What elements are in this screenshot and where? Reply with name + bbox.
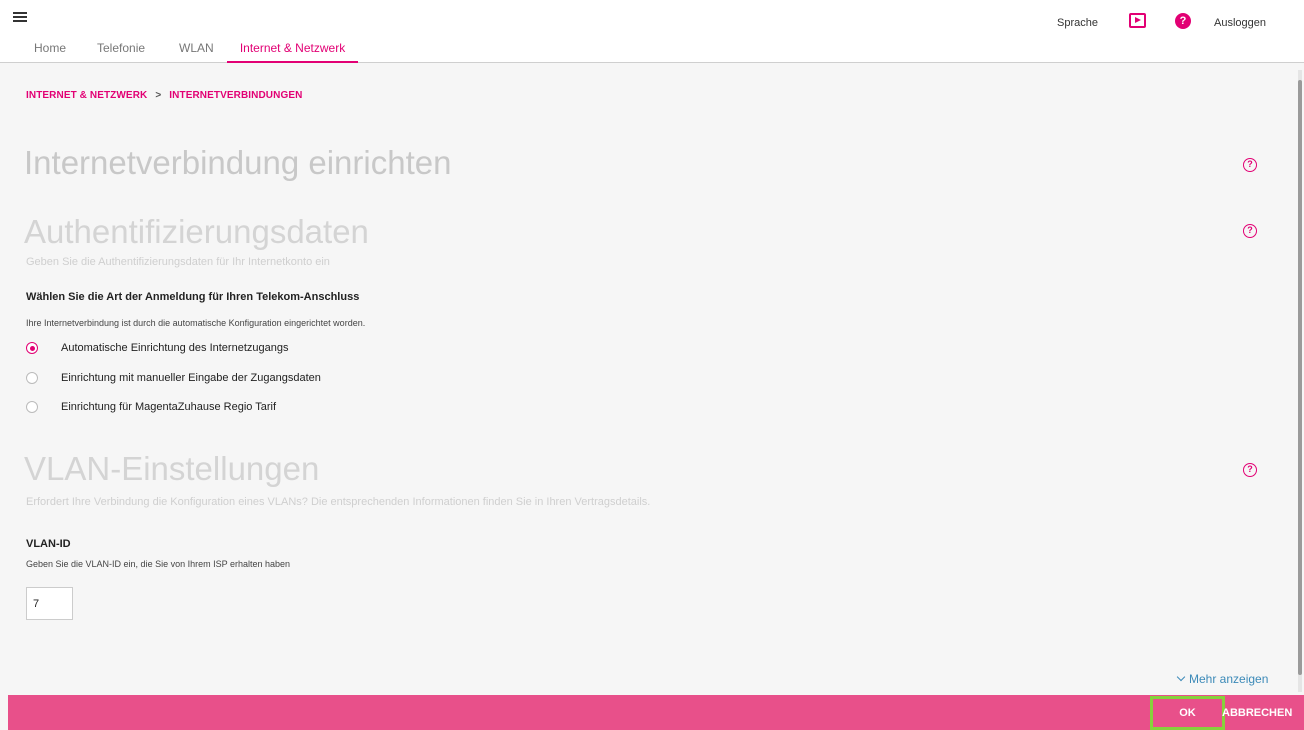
top-bar: Home Telefonie WLAN Internet & Netzwerk … — [0, 0, 1304, 63]
auth-info: Ihre Internetverbindung ist durch die au… — [26, 318, 366, 328]
cancel-button[interactable]: ABBRECHEN — [1222, 696, 1304, 730]
radio-auto-setup[interactable]: Automatische Einrichtung des Internetzug… — [26, 340, 288, 356]
ok-button[interactable]: OK — [1150, 696, 1225, 730]
chevron-down-icon — [1176, 672, 1186, 682]
scrollbar-thumb[interactable] — [1298, 80, 1302, 675]
radio-label: Einrichtung für MagentaZuhause Regio Tar… — [61, 401, 277, 413]
radio-button[interactable] — [26, 372, 38, 384]
radio-manual-setup[interactable]: Einrichtung mit manueller Eingabe der Zu… — [26, 370, 321, 386]
breadcrumb-separator: > — [155, 90, 162, 101]
page-title: Internetverbindung einrichten — [24, 144, 452, 181]
footer-bar — [8, 695, 1304, 730]
vlan-id-hint: Geben Sie die VLAN-ID ein, die Sie von I… — [26, 559, 290, 569]
show-more-label: Mehr anzeigen — [1189, 672, 1269, 686]
tab-home[interactable]: Home — [34, 38, 66, 63]
radio-label: Automatische Einrichtung des Internetzug… — [61, 342, 289, 354]
vlan-id-label: VLAN-ID — [26, 538, 71, 550]
breadcrumb-root[interactable]: INTERNET & NETZWERK — [26, 90, 147, 101]
help-question-icon[interactable]: ? — [1243, 158, 1257, 172]
auth-subtitle: Geben Sie die Authentifizierungsdaten fü… — [26, 256, 330, 268]
vlan-help-icon[interactable]: ? — [1243, 463, 1257, 477]
logout-button[interactable]: Ausloggen — [1214, 17, 1266, 29]
auth-help-icon[interactable]: ? — [1243, 224, 1257, 238]
vlan-heading: VLAN-Einstellungen — [24, 450, 320, 487]
radio-button-checked[interactable] — [26, 342, 38, 354]
screen-play-icon[interactable] — [1129, 13, 1146, 28]
language-button[interactable]: Sprache — [1057, 17, 1098, 29]
scrollbar[interactable] — [1298, 70, 1302, 692]
show-more-link[interactable]: Mehr anzeigen — [1176, 672, 1269, 686]
vlan-subtitle: Erfordert Ihre Verbindung die Konfigurat… — [26, 496, 651, 508]
radio-magenta-regio[interactable]: Einrichtung für MagentaZuhause Regio Tar… — [26, 399, 276, 415]
tab-internet-netzwerk[interactable]: Internet & Netzwerk — [227, 38, 358, 63]
hamburger-menu-icon[interactable] — [13, 12, 27, 22]
cancel-label: ABBRECHEN — [1222, 707, 1293, 719]
auth-question: Wählen Sie die Art der Anmeldung für Ihr… — [26, 291, 360, 303]
tab-telefonie[interactable]: Telefonie — [97, 38, 145, 63]
breadcrumb-current: INTERNETVERBINDUNGEN — [169, 90, 303, 101]
radio-button[interactable] — [26, 401, 38, 413]
auth-heading: Authentifizierungsdaten — [24, 213, 369, 250]
tab-wlan[interactable]: WLAN — [179, 38, 214, 63]
breadcrumb: INTERNET & NETZWERK > INTERNETVERBINDUNGEN — [26, 90, 302, 101]
radio-label: Einrichtung mit manueller Eingabe der Zu… — [61, 372, 321, 384]
vlan-id-input[interactable] — [26, 587, 73, 620]
help-circle-icon[interactable]: ? — [1175, 13, 1191, 29]
